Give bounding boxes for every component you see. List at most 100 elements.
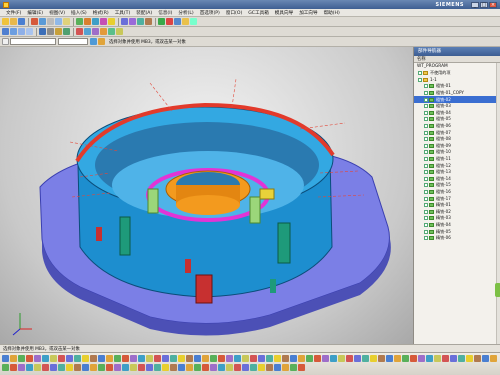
measure-icon[interactable] — [92, 28, 99, 35]
menu-help[interactable]: 帮助(H) — [321, 10, 343, 16]
tool-icon[interactable] — [26, 364, 33, 371]
checkmark-icon[interactable] — [424, 176, 428, 181]
zoom-icon[interactable] — [10, 28, 17, 35]
tool-icon[interactable] — [154, 364, 161, 371]
checkmark-icon[interactable] — [424, 97, 428, 102]
checkmark-icon[interactable] — [424, 170, 428, 175]
shop-doc-icon[interactable] — [190, 18, 197, 25]
create-tool-icon[interactable] — [84, 18, 91, 25]
tool-icon[interactable] — [18, 355, 25, 362]
tree-item[interactable]: 粗铣-01_COPY — [414, 90, 500, 97]
method-view-icon[interactable] — [145, 18, 152, 25]
tree-item[interactable]: 粗铣-06 — [414, 123, 500, 130]
panel-scrollbar[interactable] — [496, 63, 500, 344]
type-filter-dropdown[interactable] — [10, 38, 56, 45]
create-method-icon[interactable] — [100, 18, 107, 25]
tool-icon[interactable] — [450, 355, 457, 362]
tool-icon[interactable] — [154, 355, 161, 362]
tool-icon[interactable] — [258, 364, 265, 371]
tool-icon[interactable] — [162, 364, 169, 371]
checkmark-icon[interactable] — [424, 110, 428, 115]
tool-icon[interactable] — [50, 364, 57, 371]
tool-icon[interactable] — [202, 364, 209, 371]
tool-icon[interactable] — [194, 355, 201, 362]
tool-icon[interactable] — [458, 355, 465, 362]
tree-item[interactable]: 粗铣-03 — [414, 103, 500, 110]
replay-path-icon[interactable] — [174, 18, 181, 25]
tool-icon[interactable] — [146, 364, 153, 371]
tool-icon[interactable] — [82, 355, 89, 362]
layer-icon[interactable] — [63, 28, 70, 35]
tool-icon[interactable] — [10, 364, 17, 371]
tree-item[interactable]: 精铣-02 — [414, 208, 500, 215]
tool-icon[interactable] — [298, 364, 305, 371]
tool-icon[interactable] — [338, 355, 345, 362]
tool-icon[interactable] — [474, 355, 481, 362]
menu-assembly[interactable]: 装配(A) — [133, 10, 155, 16]
tool-icon[interactable] — [282, 355, 289, 362]
tool-icon[interactable] — [250, 364, 257, 371]
menu-preferences[interactable]: 首选项(P) — [197, 10, 223, 16]
tool-icon[interactable] — [290, 364, 297, 371]
tool-icon[interactable] — [138, 364, 145, 371]
menu-mold-wizard[interactable]: 模具向导 — [272, 10, 296, 16]
menu-view[interactable]: 视图(V) — [46, 10, 68, 16]
tool-icon[interactable] — [114, 364, 121, 371]
tool-icon[interactable] — [90, 364, 97, 371]
verify-path-icon[interactable] — [166, 18, 173, 25]
tool-icon[interactable] — [386, 355, 393, 362]
checkmark-icon[interactable] — [424, 84, 428, 89]
tool-icon[interactable] — [50, 355, 57, 362]
tool-icon[interactable] — [442, 355, 449, 362]
tool-icon[interactable] — [258, 355, 265, 362]
tool-icon[interactable] — [34, 355, 41, 362]
filter-icon[interactable] — [116, 28, 123, 35]
menu-info[interactable]: 信息(I) — [155, 10, 175, 16]
tool-icon[interactable] — [122, 355, 129, 362]
checkmark-icon[interactable] — [424, 203, 428, 208]
checkmark-icon[interactable] — [418, 77, 422, 82]
tool-icon[interactable] — [354, 355, 361, 362]
checkmark-icon[interactable] — [424, 157, 428, 162]
tool-icon[interactable] — [210, 355, 217, 362]
tool-icon[interactable] — [242, 364, 249, 371]
tool-icon[interactable] — [418, 355, 425, 362]
checkmark-icon[interactable] — [424, 229, 428, 234]
tool-icon[interactable] — [434, 355, 441, 362]
tool-icon[interactable] — [178, 364, 185, 371]
select-all-icon[interactable] — [90, 38, 97, 45]
tool-icon[interactable] — [298, 355, 305, 362]
tree-root[interactable]: WT_PROGRAM — [414, 63, 500, 70]
open-icon[interactable] — [10, 18, 17, 25]
menu-gc-toolbox[interactable]: GC工具箱 — [245, 10, 272, 16]
postprocess-icon[interactable] — [182, 18, 189, 25]
tree-item[interactable]: 不使用的项 — [414, 70, 500, 77]
show-hide-icon[interactable] — [76, 28, 83, 35]
tool-icon[interactable] — [2, 355, 9, 362]
generate-path-icon[interactable] — [158, 18, 165, 25]
tool-icon[interactable] — [490, 355, 497, 362]
checkmark-icon[interactable] — [424, 163, 428, 168]
tree-item[interactable]: 粗铣-07 — [414, 129, 500, 136]
tree-item[interactable]: 粗铣-16 — [414, 189, 500, 196]
tool-icon[interactable] — [314, 355, 321, 362]
tool-icon[interactable] — [274, 355, 281, 362]
tool-icon[interactable] — [186, 355, 193, 362]
tree-item[interactable]: 粗铣-11 — [414, 156, 500, 163]
tool-icon[interactable] — [266, 355, 273, 362]
tree-item[interactable]: 粗铣-02 — [414, 96, 500, 103]
wireframe-icon[interactable] — [47, 28, 54, 35]
tree-item[interactable]: 粗铣-08 — [414, 136, 500, 143]
program-view-icon[interactable] — [121, 18, 128, 25]
tree-item[interactable]: 精铣-03 — [414, 215, 500, 222]
checkmark-icon[interactable] — [424, 183, 428, 188]
tool-icon[interactable] — [10, 355, 17, 362]
checkmark-icon[interactable] — [424, 216, 428, 221]
checkmark-icon[interactable] — [418, 71, 422, 76]
checkmark-icon[interactable] — [424, 91, 428, 96]
tool-icon[interactable] — [2, 364, 9, 371]
minimize-button[interactable]: _ — [471, 1, 479, 8]
tree-item[interactable]: 粗铣-15 — [414, 182, 500, 189]
tool-icon[interactable] — [378, 355, 385, 362]
tool-icon[interactable] — [26, 355, 33, 362]
